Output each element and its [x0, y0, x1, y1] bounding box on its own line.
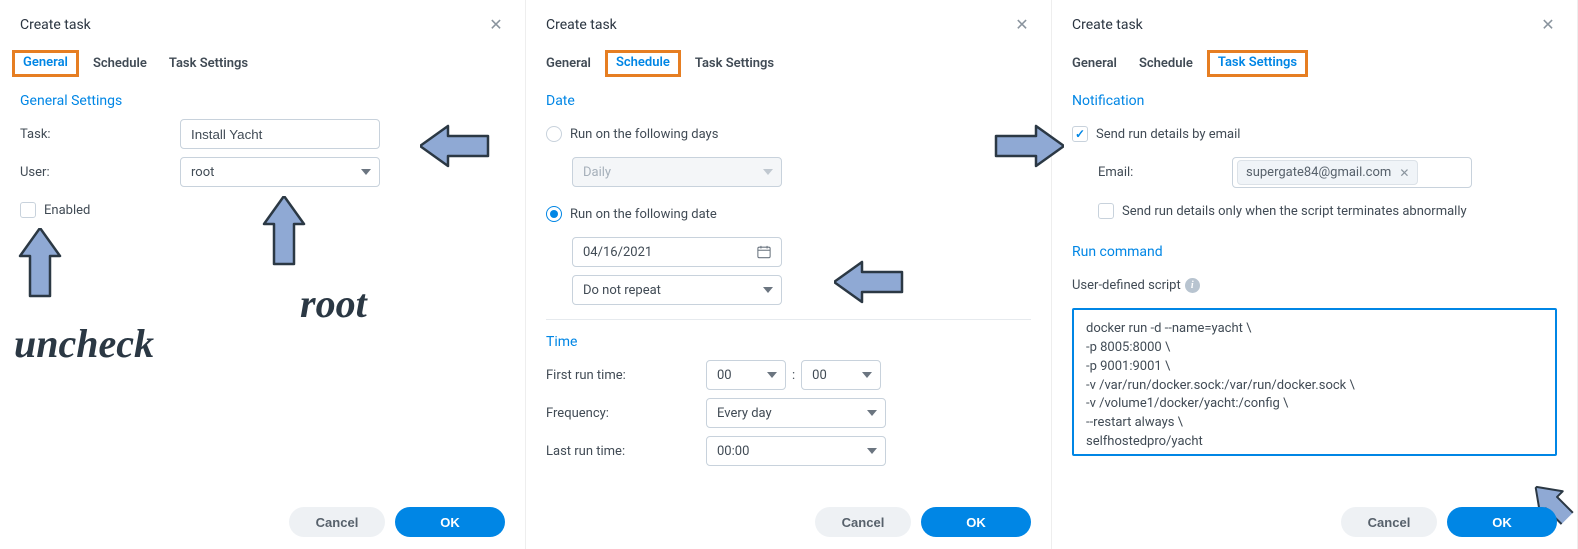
chevron-down-icon	[867, 410, 877, 416]
calendar-icon	[757, 245, 771, 259]
script-textarea[interactable]: docker run -d --name=yacht \ -p 8005:800…	[1072, 308, 1557, 456]
dialog-title: Create task	[20, 17, 91, 33]
enabled-label: Enabled	[44, 203, 90, 218]
chevron-down-icon	[763, 287, 773, 293]
user-select[interactable]: root	[180, 157, 380, 187]
tab-task-settings[interactable]: Task Settings	[169, 52, 248, 75]
close-icon[interactable]: ✕	[1013, 16, 1031, 34]
tab-task-settings[interactable]: Task Settings	[1207, 50, 1308, 77]
chevron-down-icon	[763, 169, 773, 175]
tab-general[interactable]: General	[12, 50, 79, 77]
radio-run-days-label: Run on the following days	[570, 127, 718, 142]
info-icon[interactable]: i	[1185, 278, 1200, 293]
task-name-input[interactable]	[180, 119, 380, 149]
last-run-value: 00:00	[717, 444, 749, 459]
task-label: Task:	[20, 127, 180, 142]
tab-schedule[interactable]: Schedule	[605, 50, 681, 77]
user-select-value: root	[191, 165, 214, 180]
send-email-checkbox[interactable]	[1072, 126, 1088, 142]
enabled-checkbox[interactable]	[20, 202, 36, 218]
ok-button[interactable]: OK	[1447, 507, 1557, 537]
close-icon[interactable]: ✕	[1539, 16, 1557, 34]
first-run-label: First run time:	[546, 368, 706, 383]
ok-button[interactable]: OK	[395, 507, 505, 537]
section-general-settings: General Settings	[20, 93, 505, 109]
cancel-button[interactable]: Cancel	[815, 507, 911, 537]
panel-schedule: Create task ✕ General Schedule Task Sett…	[526, 0, 1052, 549]
email-chip: supergate84@gmail.com ✕	[1237, 160, 1418, 185]
abnormal-only-label: Send run details only when the script te…	[1122, 204, 1467, 219]
send-email-label: Send run details by email	[1096, 127, 1240, 142]
radio-run-date[interactable]	[546, 206, 562, 222]
tab-schedule[interactable]: Schedule	[93, 52, 147, 75]
abnormal-only-checkbox[interactable]	[1098, 203, 1114, 219]
cancel-button[interactable]: Cancel	[1341, 507, 1437, 537]
repeat-value: Do not repeat	[583, 283, 661, 298]
chevron-down-icon	[862, 372, 872, 378]
ok-button[interactable]: OK	[921, 507, 1031, 537]
radio-run-days[interactable]	[546, 126, 562, 142]
panel-general: Create task ✕ General Schedule Task Sett…	[0, 0, 526, 549]
section-time: Time	[546, 334, 1031, 350]
annotation-uncheck: uncheck	[14, 320, 154, 367]
section-notification: Notification	[1072, 93, 1557, 109]
panel-task-settings: Create task ✕ General Schedule Task Sett…	[1052, 0, 1578, 549]
minute-select[interactable]: 00	[801, 360, 881, 390]
tab-schedule[interactable]: Schedule	[1139, 52, 1193, 75]
dialog-title: Create task	[546, 17, 617, 33]
remove-chip-icon[interactable]: ✕	[1399, 166, 1409, 180]
minute-value: 00	[812, 368, 827, 383]
chevron-down-icon	[361, 169, 371, 175]
tab-general[interactable]: General	[1072, 52, 1117, 75]
radio-run-date-label: Run on the following date	[570, 207, 717, 222]
section-date: Date	[546, 93, 1031, 109]
chevron-down-icon	[767, 372, 777, 378]
script-label: User-defined script	[1072, 278, 1181, 293]
repeat-select[interactable]: Do not repeat	[572, 275, 782, 305]
user-label: User:	[20, 165, 180, 180]
date-input[interactable]: 04/16/2021	[572, 237, 782, 267]
last-run-select[interactable]: 00:00	[706, 436, 886, 466]
frequency-label: Frequency:	[546, 406, 706, 421]
last-run-label: Last run time:	[546, 444, 706, 459]
hour-value: 00	[717, 368, 732, 383]
tab-bar: General Schedule Task Settings	[20, 52, 505, 75]
dialog-title: Create task	[1072, 17, 1143, 33]
frequency-value: Every day	[717, 406, 772, 421]
days-select-value: Daily	[583, 165, 611, 180]
email-chip-text: supergate84@gmail.com	[1246, 165, 1391, 180]
tab-general[interactable]: General	[546, 52, 591, 75]
section-run-command: Run command	[1072, 244, 1557, 260]
cancel-button[interactable]: Cancel	[289, 507, 385, 537]
tab-task-settings[interactable]: Task Settings	[695, 52, 774, 75]
tab-bar: General Schedule Task Settings	[1072, 52, 1557, 75]
tab-bar: General Schedule Task Settings	[546, 52, 1031, 75]
frequency-select[interactable]: Every day	[706, 398, 886, 428]
close-icon[interactable]: ✕	[487, 16, 505, 34]
date-value: 04/16/2021	[583, 245, 652, 260]
annotation-root: root	[300, 280, 367, 327]
hour-select[interactable]: 00	[706, 360, 786, 390]
chevron-down-icon	[867, 448, 877, 454]
email-input[interactable]: supergate84@gmail.com ✕	[1232, 157, 1472, 188]
email-label: Email:	[1072, 165, 1232, 180]
days-select: Daily	[572, 157, 782, 187]
